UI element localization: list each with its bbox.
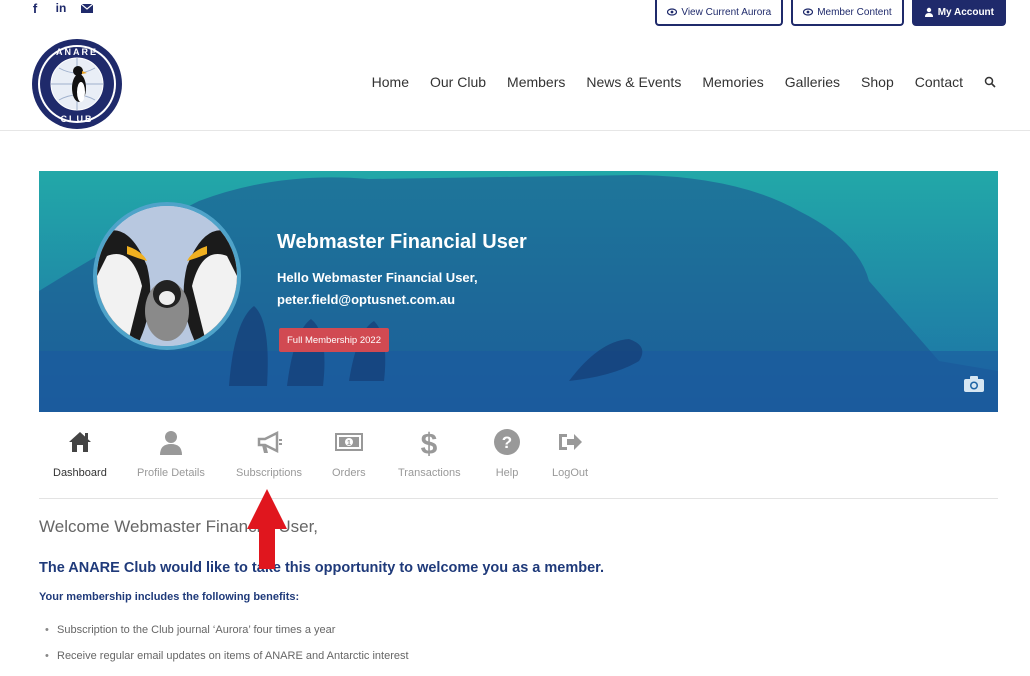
search-icon[interactable] [984, 76, 996, 88]
logout-icon [559, 434, 583, 450]
member-content-button[interactable]: Member Content [791, 0, 904, 26]
eye-icon [803, 8, 814, 16]
nav-shop[interactable]: Shop [861, 74, 894, 90]
nav-news-events[interactable]: News & Events [586, 74, 681, 90]
user-icon [924, 7, 933, 17]
view-aurora-label: View Current Aurora [681, 6, 772, 18]
benefits-list: Subscription to the Club journal ‘Aurora… [45, 624, 409, 676]
intro-text: The ANARE Club would like to take this o… [39, 560, 605, 576]
member-content-label: Member Content [817, 6, 892, 18]
tab-help-label: Help [495, 467, 519, 479]
view-aurora-button[interactable]: View Current Aurora [655, 0, 784, 26]
nav-memories[interactable]: Memories [702, 74, 763, 90]
tab-subscriptions[interactable]: Subscriptions [236, 428, 302, 479]
svg-text:?: ? [502, 433, 512, 452]
svg-text:$: $ [421, 428, 438, 456]
tab-orders-label: Orders [332, 467, 366, 479]
site-header: ANARE CLUB Home Our Club Members News & … [0, 30, 1030, 131]
nav-members[interactable]: Members [507, 74, 565, 90]
my-account-button[interactable]: My Account [911, 0, 1006, 26]
nav-home[interactable]: Home [372, 74, 409, 90]
nav-our-club[interactable]: Our Club [430, 74, 486, 90]
mail-icon[interactable] [80, 0, 94, 16]
tab-profile-details[interactable]: Profile Details [137, 428, 205, 479]
dollar-icon: $ [421, 428, 438, 456]
svg-text:1: 1 [347, 440, 351, 447]
profile-display-name: Webmaster Financial User [277, 231, 527, 253]
linkedin-icon[interactable]: in [54, 0, 68, 16]
home-icon [68, 432, 91, 452]
eye-icon [667, 8, 678, 16]
megaphone-icon [257, 430, 283, 454]
tab-dashboard[interactable]: Dashboard [53, 428, 107, 479]
account-tabs: Dashboard Profile Details Subscriptions … [39, 428, 998, 499]
top-buttons: View Current Aurora Member Content My Ac… [655, 0, 1006, 26]
profile-email: peter.field@optusnet.com.au [277, 292, 456, 307]
my-account-label: My Account [937, 6, 994, 18]
tab-logout[interactable]: LogOut [552, 428, 588, 479]
anare-club-logo[interactable]: ANARE CLUB [31, 38, 123, 130]
tab-dashboard-label: Dashboard [53, 467, 107, 479]
tab-transactions-label: Transactions [398, 467, 461, 479]
main-nav: Home Our Club Members News & Events Memo… [372, 74, 996, 90]
membership-badge: Full Membership 2022 [279, 328, 389, 352]
logo-bottom-text: CLUB [61, 114, 94, 124]
benefits-heading: Your membership includes the following b… [39, 591, 300, 603]
camera-icon[interactable] [964, 376, 984, 392]
nav-galleries[interactable]: Galleries [785, 74, 840, 90]
logo-top-text: ANARE [56, 47, 98, 57]
tab-transactions[interactable]: $ Transactions [398, 428, 461, 479]
tab-profile-details-label: Profile Details [137, 467, 205, 479]
nav-contact[interactable]: Contact [915, 74, 963, 90]
list-item: Subscription to the Club journal ‘Aurora… [45, 624, 409, 650]
tab-subscriptions-label: Subscriptions [236, 467, 303, 479]
user-icon [159, 431, 182, 455]
money-icon: 1 [334, 433, 363, 451]
profile-banner: Webmaster Financial User Hello Webmaster… [39, 171, 998, 412]
red-arrow-annotation [247, 489, 287, 569]
facebook-icon[interactable]: f [28, 0, 42, 16]
list-item: Receive regular email updates on items o… [45, 650, 409, 676]
tab-orders[interactable]: 1 Orders [332, 428, 366, 479]
tab-logout-label: LogOut [552, 467, 589, 479]
tab-help[interactable]: ? Help [493, 428, 521, 479]
avatar[interactable] [93, 202, 241, 350]
profile-greeting: Hello Webmaster Financial User, [277, 270, 478, 285]
help-icon: ? [494, 429, 520, 455]
social-links: f in [28, 0, 94, 18]
